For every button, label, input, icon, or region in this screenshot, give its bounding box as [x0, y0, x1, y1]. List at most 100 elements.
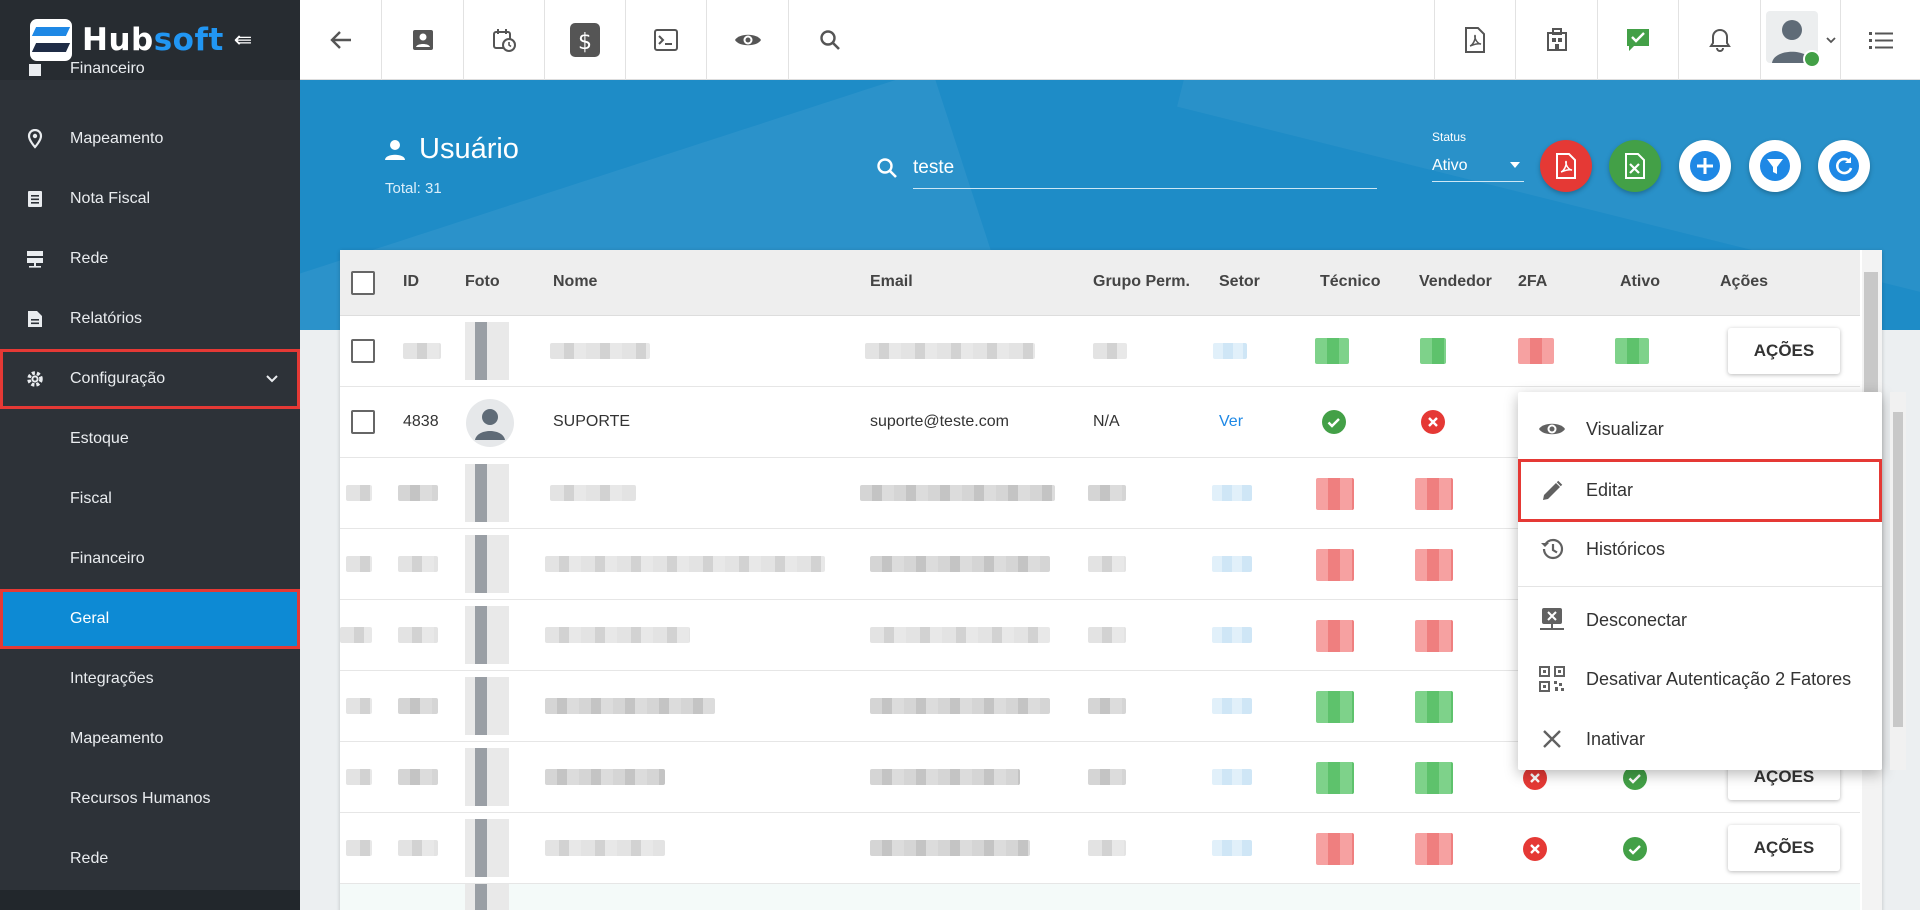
search-button[interactable]	[789, 0, 871, 80]
avatar	[465, 322, 509, 380]
refresh-button[interactable]	[1818, 140, 1870, 192]
user-id: 4838	[403, 413, 439, 430]
actions-button[interactable]: AÇÕES	[1728, 328, 1840, 374]
user-email: suporte@teste.com	[870, 413, 1009, 430]
page-title: Usuário	[385, 133, 519, 166]
column-header-foto: Foto	[465, 273, 500, 290]
schedule-button[interactable]	[464, 0, 545, 80]
status-label: Status	[1432, 130, 1467, 144]
sidebar-item-nota-fiscal[interactable]: Nota Fiscal	[0, 169, 300, 229]
sidebar-subitem-recursos-humanos[interactable]: Recursos Humanos	[0, 769, 300, 829]
column-header-setor[interactable]: Setor	[1219, 273, 1260, 291]
chat-check-icon	[1627, 29, 1649, 51]
dollar-icon: $	[570, 23, 600, 57]
user-profile-button[interactable]	[1760, 0, 1840, 80]
column-header-id[interactable]: ID	[403, 273, 419, 291]
select-all-checkbox[interactable]	[351, 271, 375, 295]
menu-item-editar[interactable]: Editar	[1518, 459, 1882, 522]
back-button[interactable]	[300, 0, 382, 80]
sidebar-footer	[0, 890, 300, 910]
report-icon	[0, 310, 70, 328]
server-icon	[0, 250, 70, 268]
chevron-down-icon	[1825, 37, 1836, 44]
excel-file-icon	[1625, 153, 1645, 179]
sidebar-subitem-financeiro[interactable]: Financeiro	[0, 529, 300, 589]
sidebar-item-rede[interactable]: Rede	[0, 229, 300, 289]
filter-button[interactable]	[1749, 140, 1801, 192]
export-pdf-button[interactable]	[1540, 140, 1592, 192]
column-header-tecnico[interactable]: Técnico	[1320, 273, 1380, 291]
status-select[interactable]: Ativo	[1432, 150, 1524, 182]
chevron-down-icon	[266, 370, 278, 388]
filter-icon	[1760, 151, 1790, 181]
approvals-button[interactable]	[1597, 0, 1678, 80]
sidebar: Hubsoft ⇚ Financeiro Mapeamento Nota Fis…	[0, 0, 300, 910]
sidebar-subitem-estoque[interactable]: Estoque	[0, 409, 300, 469]
sector-link[interactable]: Ver	[1219, 413, 1243, 431]
sidebar-item-label: Financeiro	[70, 60, 145, 77]
menu-item-visualizar[interactable]: Visualizar	[1518, 400, 1882, 458]
search-input[interactable]	[913, 147, 1377, 189]
menu-divider	[1518, 586, 1882, 587]
history-icon	[1518, 537, 1586, 561]
svg-text:$: $	[578, 30, 592, 55]
eye-icon	[1518, 420, 1586, 438]
x-circle-icon	[1523, 837, 1547, 861]
sidebar-subitem-integracoes[interactable]: Integrações	[0, 649, 300, 709]
column-header-nome[interactable]: Nome	[553, 273, 597, 291]
terminal-button[interactable]	[626, 0, 707, 80]
column-header-2fa[interactable]: 2FA	[1518, 273, 1547, 291]
sidebar-subitem-rede[interactable]: Rede	[0, 829, 300, 889]
actions-button[interactable]: AÇÕES	[1728, 825, 1840, 871]
menu-item-desativar-2fa[interactable]: Desativar Autenticação 2 Fatores	[1518, 650, 1882, 708]
refresh-icon	[1829, 151, 1859, 181]
list-icon	[1868, 32, 1893, 49]
sidebar-item-label: Nota Fiscal	[70, 190, 151, 207]
sidebar-item-relatorios[interactable]: Relatórios	[0, 289, 300, 349]
user-icon	[385, 139, 405, 160]
column-header-ativo[interactable]: Ativo	[1620, 273, 1660, 291]
menu-item-historicos[interactable]: Históricos	[1518, 520, 1882, 578]
pencil-icon	[1518, 479, 1586, 503]
menu-list-button[interactable]	[1840, 0, 1920, 80]
add-user-button[interactable]	[1679, 140, 1731, 192]
menu-item-inativar[interactable]: Inativar	[1518, 710, 1882, 768]
calendar-clock-icon	[493, 29, 516, 52]
table-row: AÇÕES	[340, 813, 1860, 884]
company-button[interactable]	[1515, 0, 1597, 80]
finance-button[interactable]: $	[545, 0, 626, 80]
avatar	[1765, 11, 1821, 68]
row-checkbox[interactable]	[351, 410, 375, 434]
sidebar-item-configuracao[interactable]: Configuração	[0, 349, 300, 409]
terminal-icon	[654, 29, 678, 51]
map-pin-icon	[0, 129, 70, 149]
user-group: N/A	[1093, 413, 1120, 430]
row-checkbox[interactable]	[351, 339, 375, 363]
menu-item-desconectar[interactable]: Desconectar	[1518, 591, 1882, 649]
sidebar-subitem-mapeamento[interactable]: Mapeamento	[0, 709, 300, 769]
sidebar-subitem-fiscal[interactable]: Fiscal	[0, 469, 300, 529]
menu-scrollbar-thumb[interactable]	[1893, 412, 1903, 727]
monitor-button[interactable]	[707, 0, 789, 80]
gear-icon	[0, 370, 70, 388]
sidebar-item-financeiro[interactable]: Financeiro	[0, 50, 300, 80]
notifications-button[interactable]	[1678, 0, 1760, 80]
menu-scrollbar[interactable]	[1890, 392, 1906, 770]
column-header-email[interactable]: Email	[870, 273, 913, 291]
sidebar-subitem-geral[interactable]: Geral	[0, 589, 300, 649]
check-circle-icon	[1623, 837, 1647, 861]
check-circle-icon	[1322, 410, 1346, 434]
export-excel-button[interactable]	[1609, 140, 1661, 192]
column-header-grupo[interactable]: Grupo Perm.	[1093, 273, 1190, 291]
user-name: SUPORTE	[553, 413, 631, 430]
pdf-file-icon	[1465, 27, 1485, 53]
contact-card-icon	[412, 30, 433, 50]
document-list-icon	[0, 190, 70, 208]
sidebar-item-mapeamento[interactable]: Mapeamento	[0, 109, 300, 169]
clients-button[interactable]	[382, 0, 464, 80]
sidebar-item-label: Relatórios	[70, 310, 143, 327]
sidebar-item-label: Rede	[70, 250, 109, 267]
column-header-vendedor[interactable]: Vendedor	[1419, 273, 1492, 291]
pdf-button[interactable]	[1434, 0, 1515, 80]
table-scrollbar-thumb[interactable]	[1864, 272, 1878, 402]
